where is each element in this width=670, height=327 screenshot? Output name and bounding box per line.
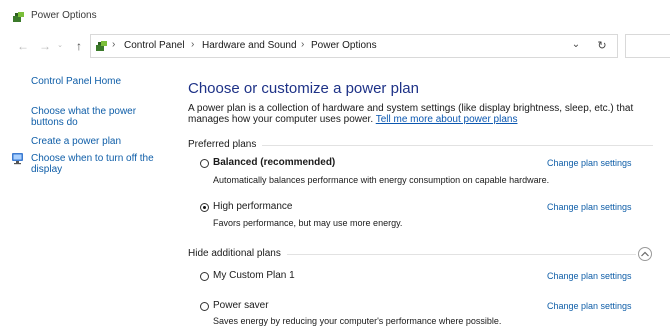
intro-text: A power plan is a collection of hardware… <box>188 103 663 125</box>
plan-name-balanced: Balanced (recommended) <box>213 157 336 168</box>
control-panel-icon <box>96 41 107 51</box>
breadcrumb-separator: › <box>191 39 195 50</box>
change-plan-settings-balanced[interactable]: Change plan settings <box>547 158 632 168</box>
breadcrumb-separator: › <box>112 39 116 50</box>
section-divider <box>250 145 653 146</box>
plan-radio-custom-plan[interactable] <box>200 272 209 281</box>
refresh-icon[interactable]: ↻ <box>595 39 609 53</box>
sidebar-choose-power-buttons[interactable]: Choose what the power buttons do <box>31 106 151 128</box>
change-plan-settings-high-performance[interactable]: Change plan settings <box>547 202 632 212</box>
sidebar-create-power-plan[interactable]: Create a power plan <box>31 136 121 147</box>
plan-radio-high-performance[interactable] <box>200 203 209 212</box>
plan-desc-high-performance: Favors performance, but may use more ene… <box>213 218 403 228</box>
recent-locations-chevron-icon[interactable]: ⌄ <box>54 37 66 55</box>
display-settings-icon <box>12 153 23 165</box>
plan-name-custom-plan: My Custom Plan 1 <box>213 270 295 281</box>
collapse-chevron-up-icon[interactable] <box>638 247 652 261</box>
window-title: Power Options <box>31 10 97 21</box>
preferred-plans-header: Preferred plans <box>188 139 263 150</box>
change-plan-settings-custom-plan[interactable]: Change plan settings <box>547 271 632 281</box>
navigation-bar: ← → ⌄ ↑ › Control Panel › Hardware and S… <box>0 34 670 60</box>
hide-additional-plans-header[interactable]: Hide additional plans <box>188 248 287 259</box>
sidebar-turn-off-display[interactable]: Choose when to turn off the display <box>31 153 156 175</box>
search-box[interactable] <box>625 34 670 58</box>
title-bar: Power Options <box>0 0 670 34</box>
power-options-icon <box>13 12 24 22</box>
plan-desc-power-saver: Saves energy by reducing your computer's… <box>213 316 502 326</box>
plan-name-power-saver: Power saver <box>213 300 269 311</box>
up-arrow-icon[interactable]: ↑ <box>70 37 88 55</box>
plan-radio-power-saver[interactable] <box>200 302 209 311</box>
address-dropdown-chevron-icon[interactable]: ⌄ <box>569 39 583 53</box>
page-title: Choose or customize a power plan <box>188 80 419 97</box>
breadcrumb-hardware-and-sound[interactable]: Hardware and Sound <box>202 40 297 51</box>
forward-arrow-icon[interactable]: → <box>36 37 54 55</box>
change-plan-settings-power-saver[interactable]: Change plan settings <box>547 301 632 311</box>
plan-radio-balanced[interactable] <box>200 159 209 168</box>
plan-desc-balanced: Automatically balances performance with … <box>213 175 550 185</box>
section-divider <box>284 254 636 255</box>
plan-name-high-performance: High performance <box>213 201 293 212</box>
back-arrow-icon[interactable]: ← <box>14 37 32 55</box>
address-bar[interactable]: › Control Panel › Hardware and Sound › P… <box>90 34 618 58</box>
breadcrumb-power-options[interactable]: Power Options <box>311 40 377 51</box>
tell-me-more-link[interactable]: Tell me more about power plans <box>376 114 518 125</box>
breadcrumb-separator: › <box>301 39 305 50</box>
breadcrumb-control-panel[interactable]: Control Panel <box>124 40 185 51</box>
sidebar-control-panel-home[interactable]: Control Panel Home <box>31 76 121 87</box>
